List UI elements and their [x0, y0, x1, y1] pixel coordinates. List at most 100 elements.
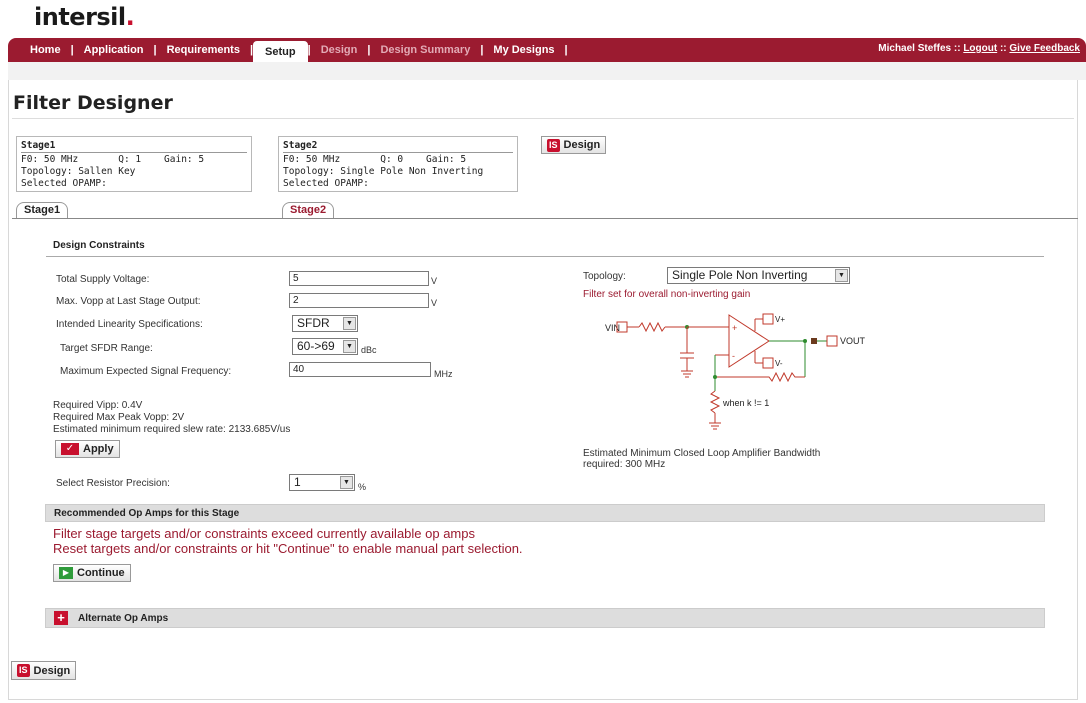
tab-divider	[12, 218, 1078, 219]
vout-terminal	[826, 335, 838, 347]
intersil-icon: IS	[547, 138, 560, 152]
sfdr-range-select[interactable]: 60->69 ▼	[292, 338, 358, 355]
total-supply-unit: V	[431, 276, 438, 286]
sfdr-range-value: 60->69	[297, 339, 335, 353]
gain-resistor	[709, 390, 721, 414]
user-links: Michael Steffes :: Logout :: Give Feedba…	[878, 43, 1080, 54]
required-max-vopp: Required Max Peak Vopp: 2V	[53, 412, 185, 423]
design-button-label: Design	[563, 139, 601, 151]
expand-plus-icon[interactable]: +	[54, 611, 68, 625]
play-icon: ▶	[59, 567, 73, 579]
design-constraints-title: Design Constraints	[53, 240, 145, 251]
linearity-spec-select[interactable]: SFDR ▼	[292, 315, 358, 332]
dropdown-arrow-icon: ▼	[343, 317, 356, 330]
nav-separator: |	[564, 44, 568, 56]
dropdown-arrow-icon: ▼	[343, 340, 356, 353]
nav-design[interactable]: Design	[311, 44, 368, 56]
k-note: when k != 1	[722, 398, 769, 408]
nav-application[interactable]: Application	[74, 44, 154, 56]
nav-my-designs[interactable]: My Designs	[483, 44, 564, 56]
dropdown-arrow-icon: ▼	[835, 269, 848, 282]
topology-select[interactable]: Single Pole Non Inverting ▼	[667, 267, 850, 284]
stage2-summary: Stage2 F0: 50 MHz Q: 0 Gain: 5 Topology:…	[278, 136, 518, 192]
stage2-q: Q: 0	[380, 154, 404, 165]
sfdr-range-label: Target SFDR Range:	[60, 343, 153, 354]
recommended-op-amps-header: Recommended Op Amps for this Stage	[45, 504, 1045, 522]
user-name: Michael Steffes	[878, 43, 952, 54]
stage1-topology: Topology: Sallen Key	[21, 166, 136, 177]
resistor-precision-value: 1	[294, 475, 301, 489]
nav-design-summary[interactable]: Design Summary	[370, 44, 480, 56]
continue-button[interactable]: ▶ Continue	[53, 564, 131, 582]
resistor-precision-label: Select Resistor Precision:	[56, 478, 170, 489]
vminus-label: V-	[775, 359, 783, 368]
stage2-opamp: Selected OPAMP:	[283, 178, 369, 189]
vplus-label: V+	[775, 315, 785, 324]
resistor-precision-select[interactable]: 1 ▼	[289, 474, 355, 491]
bandwidth-line-2: required: 300 MHz	[583, 459, 666, 470]
max-freq-unit: MHz	[434, 369, 453, 379]
stage2-summary-specs: F0: 50 MHz Q: 0 Gain: 5	[283, 154, 513, 166]
section-divider	[46, 256, 1044, 257]
filter-schematic: VIN + - V+ V- VOUT when k != 1	[605, 313, 866, 430]
max-freq-label: Maximum Expected Signal Frequency:	[60, 366, 232, 377]
sfdr-range-unit: dBc	[361, 345, 377, 355]
stage2-topology: Topology: Single Pole Non Inverting	[283, 166, 484, 177]
stage1-opamp: Selected OPAMP:	[21, 178, 107, 189]
tab-stage1[interactable]: Stage1	[16, 202, 69, 219]
link-divider: ::	[951, 43, 964, 54]
recommended-message-1: Filter stage targets and/or constraints …	[53, 526, 475, 541]
nav-setup[interactable]: Setup	[253, 41, 308, 63]
stage1-summary-title: Stage1	[21, 140, 247, 153]
link-divider: ::	[997, 43, 1010, 54]
nav-requirements[interactable]: Requirements	[157, 44, 250, 56]
stage2-gain: Gain: 5	[426, 154, 467, 165]
topology-note: Filter set for overall non-inverting gai…	[583, 289, 751, 300]
design-button-top[interactable]: IS Design	[541, 136, 607, 154]
design-button-bottom[interactable]: IS Design	[11, 661, 77, 680]
resistor-precision-unit: %	[358, 482, 367, 492]
sub-bar	[8, 62, 1086, 80]
max-vopp-input[interactable]: 2	[289, 293, 429, 308]
linearity-spec-label: Intended Linearity Specifications:	[56, 319, 203, 330]
intersil-logo[interactable]: intersil.	[34, 3, 135, 31]
svg-text:+: +	[732, 323, 737, 333]
alternate-op-amps-header[interactable]: + Alternate Op Amps	[45, 608, 1045, 628]
svg-text:-: -	[732, 351, 735, 361]
stage1-summary-specs: F0: 50 MHz Q: 1 Gain: 5	[21, 154, 247, 166]
max-freq-input[interactable]: 40	[289, 362, 431, 377]
recommended-message-2: Reset targets and/or constraints or hit …	[53, 541, 523, 556]
intersil-icon: IS	[17, 664, 30, 677]
linearity-spec-value: SFDR	[297, 316, 330, 330]
total-supply-label: Total Supply Voltage:	[56, 274, 150, 285]
topology-label: Topology:	[583, 271, 626, 282]
nav-home[interactable]: Home	[20, 44, 71, 56]
stage1-gain: Gain: 5	[164, 154, 205, 165]
tab-stage2[interactable]: Stage2	[282, 202, 335, 219]
logout-link[interactable]: Logout	[963, 43, 997, 54]
title-divider	[12, 118, 1074, 119]
estimated-slew-rate: Estimated minimum required slew rate: 21…	[53, 424, 291, 435]
apply-button-label: Apply	[83, 443, 114, 455]
stage2-summary-title: Stage2	[283, 140, 513, 153]
input-resistor	[638, 321, 666, 333]
vout-label: VOUT	[840, 336, 866, 346]
main-nav: Home | Application | Requirements | Setu…	[8, 38, 1086, 63]
header: intersil.	[0, 0, 1086, 38]
apply-button[interactable]: ✓ Apply	[55, 440, 120, 458]
max-vopp-unit: V	[431, 298, 438, 308]
checkmark-icon: ✓	[61, 443, 79, 455]
topology-value: Single Pole Non Inverting	[672, 268, 808, 282]
stage2-f0: F0: 50 MHz	[283, 154, 341, 165]
feedback-resistor	[715, 371, 805, 383]
page-title: Filter Designer	[13, 92, 173, 114]
stage1-summary: Stage1 F0: 50 MHz Q: 1 Gain: 5 Topology:…	[16, 136, 252, 192]
total-supply-input[interactable]: 5	[289, 271, 429, 286]
required-vipp: Required Vipp: 0.4V	[53, 400, 143, 411]
give-feedback-link[interactable]: Give Feedback	[1009, 43, 1080, 54]
stage1-q: Q: 1	[118, 154, 142, 165]
max-vopp-label: Max. Vopp at Last Stage Output:	[56, 296, 201, 307]
alternate-op-amps-title: Alternate Op Amps	[78, 612, 169, 624]
continue-button-label: Continue	[77, 567, 125, 579]
dropdown-arrow-icon: ▼	[340, 476, 353, 489]
